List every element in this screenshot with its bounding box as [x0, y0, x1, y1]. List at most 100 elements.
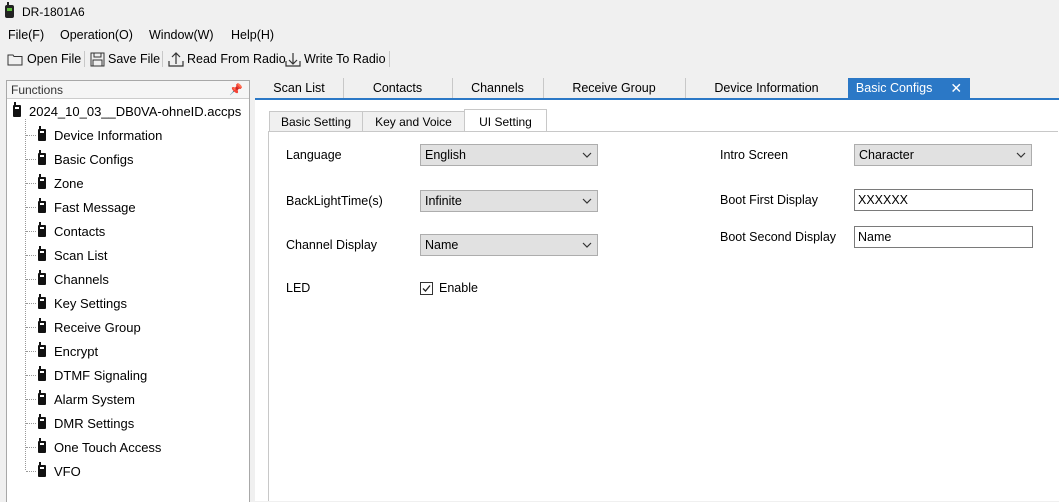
- menu-help[interactable]: Help(H): [231, 28, 274, 42]
- radio-icon: [38, 462, 46, 477]
- subtab-key-and-voice[interactable]: Key and Voice: [362, 111, 465, 132]
- radio-icon: [38, 174, 46, 189]
- led-enable-checkbox[interactable]: [420, 282, 433, 295]
- tree-item-label: VFO: [54, 463, 81, 479]
- subtab-label: Key and Voice: [375, 115, 452, 129]
- menu-file[interactable]: File(F): [8, 28, 44, 42]
- tree-branch: [26, 447, 36, 448]
- tree-item-scan-list[interactable]: Scan List: [38, 245, 107, 265]
- tree-branch: [26, 327, 36, 328]
- tree-item-vfo[interactable]: VFO: [38, 461, 81, 481]
- tree-item-alarm-system[interactable]: Alarm System: [38, 389, 135, 409]
- tree-item-contacts[interactable]: Contacts: [38, 221, 105, 241]
- pin-icon[interactable]: 📌: [229, 83, 243, 96]
- tree-item-label: Encrypt: [54, 343, 99, 359]
- subtab-label: Basic Setting: [280, 115, 352, 129]
- radio-icon: [38, 414, 46, 429]
- boot-second-display-input[interactable]: Name: [854, 226, 1033, 248]
- tab-label: Contacts: [372, 81, 423, 95]
- tab-scan-list[interactable]: Scan List: [255, 78, 344, 98]
- open-folder-icon: [7, 54, 23, 66]
- tree-item-device-information[interactable]: Device Information: [38, 125, 162, 145]
- tree-branch: [26, 375, 36, 376]
- tab-label: Channels: [471, 81, 524, 95]
- language-value: English: [425, 148, 466, 162]
- toolbar-separator: [84, 51, 85, 67]
- radio-icon: [38, 294, 46, 309]
- read-from-radio-label: Read From Radio: [187, 52, 286, 66]
- tree-item-encrypt[interactable]: Encrypt: [38, 341, 98, 361]
- tab-contacts[interactable]: Contacts: [343, 78, 453, 98]
- tree-item-receive-group[interactable]: Receive Group: [38, 317, 141, 337]
- tree-item-dmr-settings[interactable]: DMR Settings: [38, 413, 134, 433]
- radio-icon: [38, 126, 46, 141]
- radio-icon: [13, 102, 21, 117]
- tree-item-label: Basic Configs: [54, 151, 134, 167]
- functions-panel: Functions 📌 2024_10_03__DB0VA-ohneID.acc…: [6, 80, 250, 502]
- tree-item-dtmf-signaling[interactable]: DTMF Signaling: [38, 365, 147, 385]
- tree-root-file[interactable]: 2024_10_03__DB0VA-ohneID.accps: [13, 101, 241, 121]
- write-to-radio-button[interactable]: Write To Radio: [285, 50, 386, 68]
- boot-first-display-input[interactable]: XXXXXX: [854, 189, 1033, 211]
- tab-label: Basic Configs: [855, 81, 933, 95]
- tree-item-one-touch-access[interactable]: One Touch Access: [38, 437, 161, 457]
- tree-branch: [26, 471, 36, 472]
- basic-configs-content: Basic Setting Key and Voice UI Setting L…: [255, 100, 1059, 501]
- subtab-basic-setting[interactable]: Basic Setting: [269, 111, 363, 132]
- tree-item-zone[interactable]: Zone: [38, 173, 84, 193]
- toolbar: Open File Save File Read From Radio Writ…: [0, 46, 1059, 72]
- open-file-button[interactable]: Open File: [7, 50, 81, 68]
- radio-icon: [38, 390, 46, 405]
- tree-branch: [26, 135, 36, 136]
- read-from-radio-button[interactable]: Read From Radio: [168, 50, 286, 68]
- chevron-down-icon: [582, 198, 592, 204]
- tree-item-fast-message[interactable]: Fast Message: [38, 197, 136, 217]
- tab-label: Device Information: [714, 81, 819, 95]
- radio-icon: [38, 366, 46, 381]
- radio-icon: [38, 318, 46, 333]
- tree-item-label: DMR Settings: [54, 415, 135, 431]
- radio-icon: [38, 150, 46, 165]
- backlight-select[interactable]: Infinite: [420, 190, 598, 212]
- subtab-ui-setting[interactable]: UI Setting: [464, 109, 547, 133]
- chevron-down-icon: [582, 242, 592, 248]
- boot-second-display-label: Boot Second Display: [720, 230, 837, 244]
- tab-basic-configs[interactable]: Basic Configs ✕: [848, 78, 970, 98]
- tab-device-information[interactable]: Device Information: [685, 78, 849, 98]
- radio-icon: [38, 342, 46, 357]
- subtab-label: UI Setting: [479, 114, 532, 129]
- toolbar-separator: [162, 51, 163, 67]
- chevron-down-icon: [582, 152, 592, 158]
- radio-app-icon: [5, 2, 14, 18]
- tree-item-label: Scan List: [54, 247, 108, 263]
- ui-setting-panel: Language English BackLightTime(s) Infini…: [268, 132, 1059, 501]
- channel-display-select[interactable]: Name: [420, 234, 598, 256]
- radio-icon: [38, 222, 46, 237]
- tree-item-key-settings[interactable]: Key Settings: [38, 293, 127, 313]
- menu-operation[interactable]: Operation(O): [60, 28, 133, 42]
- menu-window[interactable]: Window(W): [149, 28, 214, 42]
- led-enable-label[interactable]: Enable: [439, 281, 478, 295]
- language-label: Language: [286, 148, 342, 162]
- tree-item-label: One Touch Access: [54, 439, 162, 455]
- tree-item-channels[interactable]: Channels: [38, 269, 109, 289]
- save-file-button[interactable]: Save File: [90, 50, 160, 68]
- tree-item-label: Alarm System: [54, 391, 135, 407]
- radio-icon: [38, 438, 46, 453]
- backlight-value: Infinite: [425, 194, 462, 208]
- close-icon[interactable]: ✕: [950, 80, 962, 97]
- language-select[interactable]: English: [420, 144, 598, 166]
- tree-item-label: Receive Group: [54, 319, 141, 335]
- tab-receive-group[interactable]: Receive Group: [543, 78, 686, 98]
- boot-second-display-value: Name: [858, 230, 892, 244]
- upload-arrow-icon: [168, 52, 184, 67]
- tree-branch: [26, 231, 36, 232]
- boot-first-display-label: Boot First Display: [720, 193, 818, 207]
- tree-item-label: Channels: [54, 271, 109, 287]
- tree-branch: [26, 279, 36, 280]
- tab-channels[interactable]: Channels: [452, 78, 544, 98]
- tree-item-basic-configs[interactable]: Basic Configs: [38, 149, 133, 169]
- intro-screen-select[interactable]: Character: [854, 144, 1032, 166]
- tree-item-label: DTMF Signaling: [54, 367, 148, 383]
- open-file-label: Open File: [27, 52, 82, 66]
